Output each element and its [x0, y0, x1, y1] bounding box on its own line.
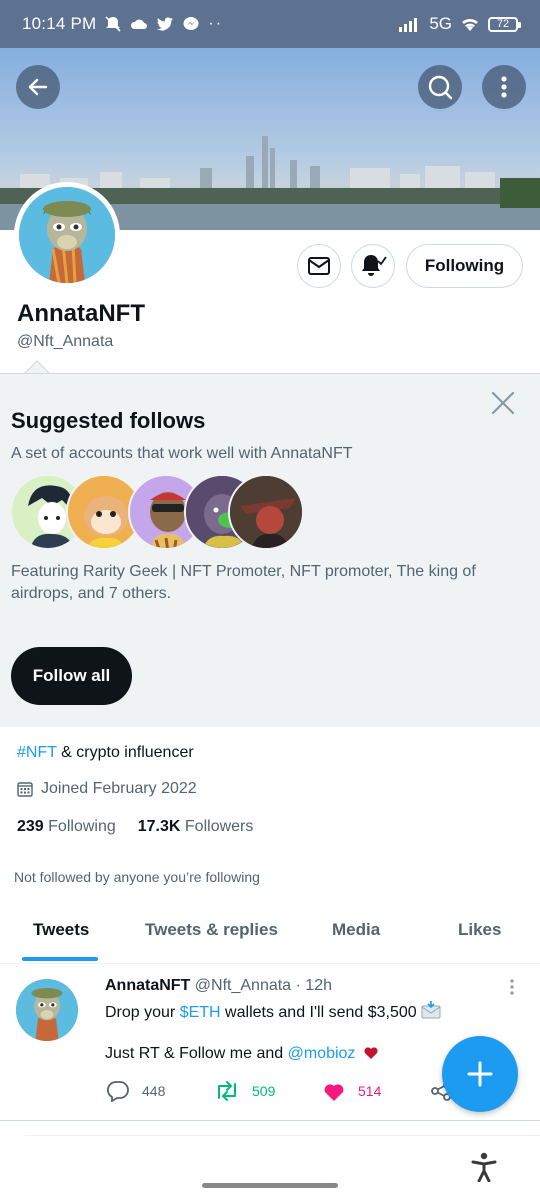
hat-character-avatar-image	[230, 476, 302, 548]
follow-stats: 239 Following 17.3K Followers	[17, 818, 253, 836]
ape-avatar-image	[19, 187, 115, 283]
red-heart-emoji-icon	[364, 1047, 378, 1059]
status-time: 10:14 PM	[22, 14, 97, 33]
back-button[interactable]	[16, 65, 60, 109]
mention-link[interactable]: @mobioz	[288, 1045, 356, 1062]
profile-bio: #NFT & crypto influencer	[17, 744, 194, 762]
bio-text: & crypto influencer	[56, 744, 194, 761]
tweet-text-part: wallets and I'll send $3,500	[220, 1004, 417, 1021]
envelope-emoji-icon	[421, 1001, 441, 1019]
not-followed-note: Not followed by anyone you’re following	[14, 869, 260, 885]
notifications-button[interactable]	[351, 244, 395, 288]
tweet-divider	[0, 1120, 540, 1121]
wifi-icon	[462, 18, 478, 31]
tweet-text-part: Just RT & Follow me and	[105, 1045, 288, 1062]
messenger-icon	[183, 17, 199, 30]
signal-icon	[399, 18, 418, 32]
suggested-subtitle: A set of accounts that work well with An…	[11, 445, 353, 462]
active-tab-indicator	[22, 957, 98, 961]
back-arrow-icon	[28, 78, 48, 96]
heart-icon	[324, 1084, 344, 1101]
reply-action[interactable]: 448	[106, 1080, 165, 1102]
profile-name: AnnataNFT	[17, 300, 145, 327]
bell-icon	[362, 255, 387, 276]
plus-icon	[467, 1061, 493, 1087]
cashtag-link[interactable]: $ETH	[180, 1004, 221, 1021]
like-action[interactable]: 514	[322, 1080, 381, 1102]
following-stat[interactable]: 239 Following	[17, 818, 116, 836]
compose-tweet-button[interactable]	[442, 1036, 518, 1112]
followers-count: 17.3K	[137, 818, 181, 835]
tweet-avatar[interactable]	[16, 979, 78, 1041]
search-icon	[428, 75, 453, 100]
more-vertical-icon	[501, 76, 507, 98]
suggested-follows-panel: Suggested follows A set of accounts that…	[0, 373, 540, 727]
mute-icon	[105, 16, 121, 32]
tab-likes[interactable]: Likes	[458, 920, 501, 940]
joined-date: Joined February 2022	[17, 780, 197, 798]
suggested-featuring: Featuring Rarity Geek | NFT Promoter, NF…	[11, 563, 476, 602]
profile-avatar[interactable]	[14, 182, 120, 288]
reply-icon	[106, 1081, 129, 1102]
suggested-avatars[interactable]	[10, 474, 310, 550]
following-button[interactable]: Following	[406, 244, 523, 288]
twitter-bird-icon	[157, 17, 174, 31]
accessibility-icon[interactable]	[470, 1152, 498, 1182]
close-icon[interactable]	[490, 390, 516, 416]
profile-tabs: Tweets Tweets & replies Media Likes	[0, 900, 540, 964]
retweet-count: 509	[252, 1083, 276, 1099]
follow-all-button[interactable]: Follow all	[11, 647, 132, 705]
home-indicator[interactable]	[202, 1183, 338, 1188]
tweet-author[interactable]: AnnataNFT	[105, 977, 190, 994]
following-count: 239	[17, 818, 44, 835]
retweet-icon	[218, 1081, 236, 1101]
like-count: 514	[358, 1083, 382, 1099]
tweet-header: AnnataNFT @Nft_Annata · 12h	[105, 977, 332, 995]
message-button[interactable]	[297, 244, 341, 288]
following-label: Following	[48, 818, 116, 835]
tweet-more-icon[interactable]	[505, 978, 519, 996]
suggested-title: Suggested follows	[11, 408, 206, 433]
tweet-text-line2: Just RT & Follow me and @mobioz	[105, 1045, 379, 1063]
suggested-avatar[interactable]	[228, 474, 304, 550]
reply-count: 448	[142, 1083, 166, 1099]
joined-text: Joined February 2022	[41, 780, 197, 797]
more-options-button[interactable]	[482, 65, 526, 109]
ape-avatar-image	[16, 979, 78, 1041]
network-type: 5G	[429, 14, 452, 33]
tab-media[interactable]: Media	[332, 920, 380, 940]
bio-hashtag-link[interactable]: #NFT	[17, 744, 57, 761]
followers-label: Followers	[184, 818, 254, 835]
profile-handle: @Nft_Annata	[17, 333, 114, 350]
tab-tweets[interactable]: Tweets	[33, 920, 89, 940]
cloud-icon	[131, 19, 148, 29]
search-button[interactable]	[418, 65, 462, 109]
mail-icon	[308, 257, 330, 275]
battery-level: 72	[496, 18, 510, 30]
more-notifications-icon: ··	[208, 15, 224, 32]
tweet-text-line1: Drop your $ETH wallets and I'll send $3,…	[105, 1001, 441, 1022]
tweet-divider	[25, 1135, 540, 1136]
status-bar: 10:14 PM ·· 5G 72	[0, 0, 540, 48]
tweet-text-part: Drop your	[105, 1004, 180, 1021]
calendar-icon	[17, 782, 33, 797]
followers-stat[interactable]: 17.3K Followers	[138, 818, 254, 836]
tweet-handle-time: @Nft_Annata · 12h	[194, 977, 332, 994]
retweet-action[interactable]: 509	[214, 1080, 275, 1102]
tab-tweets-replies[interactable]: Tweets & replies	[145, 920, 278, 940]
battery-icon: 72	[488, 16, 521, 32]
